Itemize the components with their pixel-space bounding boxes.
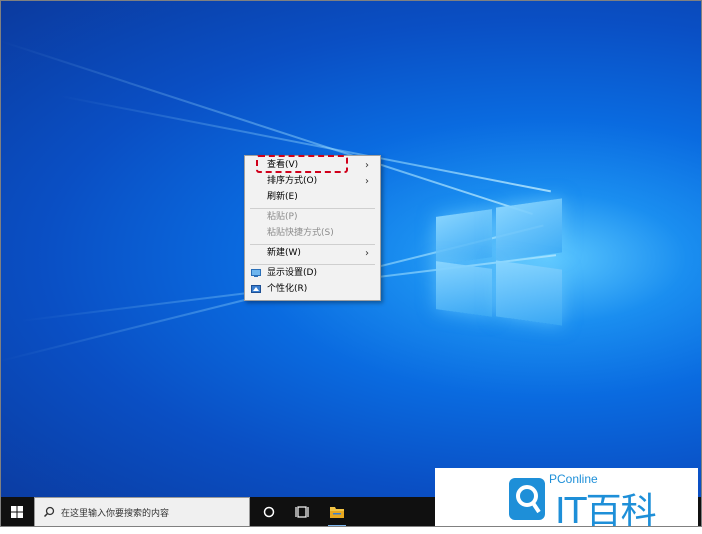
brand-title: IT百科 <box>555 491 657 532</box>
menu-item-label: 粘贴(P) <box>267 212 298 222</box>
menu-item-label: 个性化(R) <box>267 284 308 294</box>
cortana-button[interactable] <box>254 497 284 527</box>
start-button[interactable] <box>0 497 34 527</box>
menu-item-refresh[interactable]: 刷新(E) <box>245 190 380 205</box>
menu-item-paste[interactable]: 粘贴(P) <box>245 210 380 225</box>
menu-item-label: 粘贴快捷方式(S) <box>267 228 334 238</box>
menu-separator <box>250 264 375 265</box>
personalize-icon <box>251 285 261 293</box>
cortana-circle-icon <box>263 506 275 518</box>
taskbar-search-box[interactable]: 在这里输入你要搜索的内容 <box>34 497 250 527</box>
menu-item-label: 显示设置(D) <box>267 268 317 278</box>
menu-item-label: 排序方式(O) <box>267 176 318 186</box>
task-view-button[interactable] <box>288 497 318 527</box>
highlight-annotation <box>256 155 348 173</box>
pconline-watermark: PConline IT百科 <box>435 468 698 532</box>
chevron-right-icon: › <box>365 160 369 171</box>
file-explorer-button[interactable] <box>322 497 352 527</box>
menu-item-display-settings[interactable]: 显示设置(D) <box>245 266 380 281</box>
search-placeholder: 在这里输入你要搜索的内容 <box>61 509 170 519</box>
menu-item-sort-by[interactable]: 排序方式(O) › <box>245 174 380 189</box>
menu-item-new[interactable]: 新建(W) › <box>245 246 380 261</box>
search-icon <box>43 506 55 518</box>
menu-item-paste-shortcut[interactable]: 粘贴快捷方式(S) <box>245 226 380 241</box>
windows-start-icon <box>11 506 23 518</box>
menu-separator <box>250 208 375 209</box>
menu-item-label: 新建(W) <box>267 248 301 258</box>
menu-item-label: 刷新(E) <box>267 192 298 202</box>
desktop-context-menu: 查看(V) › 排序方式(O) › 刷新(E) 粘贴(P) 粘贴快捷方式(S) … <box>244 155 381 301</box>
magnifier-logo-icon <box>509 478 545 520</box>
chevron-right-icon: › <box>365 248 369 259</box>
windows-logo-icon <box>436 197 564 329</box>
display-settings-icon <box>251 269 261 277</box>
chevron-right-icon: › <box>365 176 369 187</box>
file-explorer-icon <box>330 507 344 518</box>
menu-separator <box>250 244 375 245</box>
menu-item-personalize[interactable]: 个性化(R) <box>245 282 380 297</box>
task-view-icon <box>295 506 309 518</box>
